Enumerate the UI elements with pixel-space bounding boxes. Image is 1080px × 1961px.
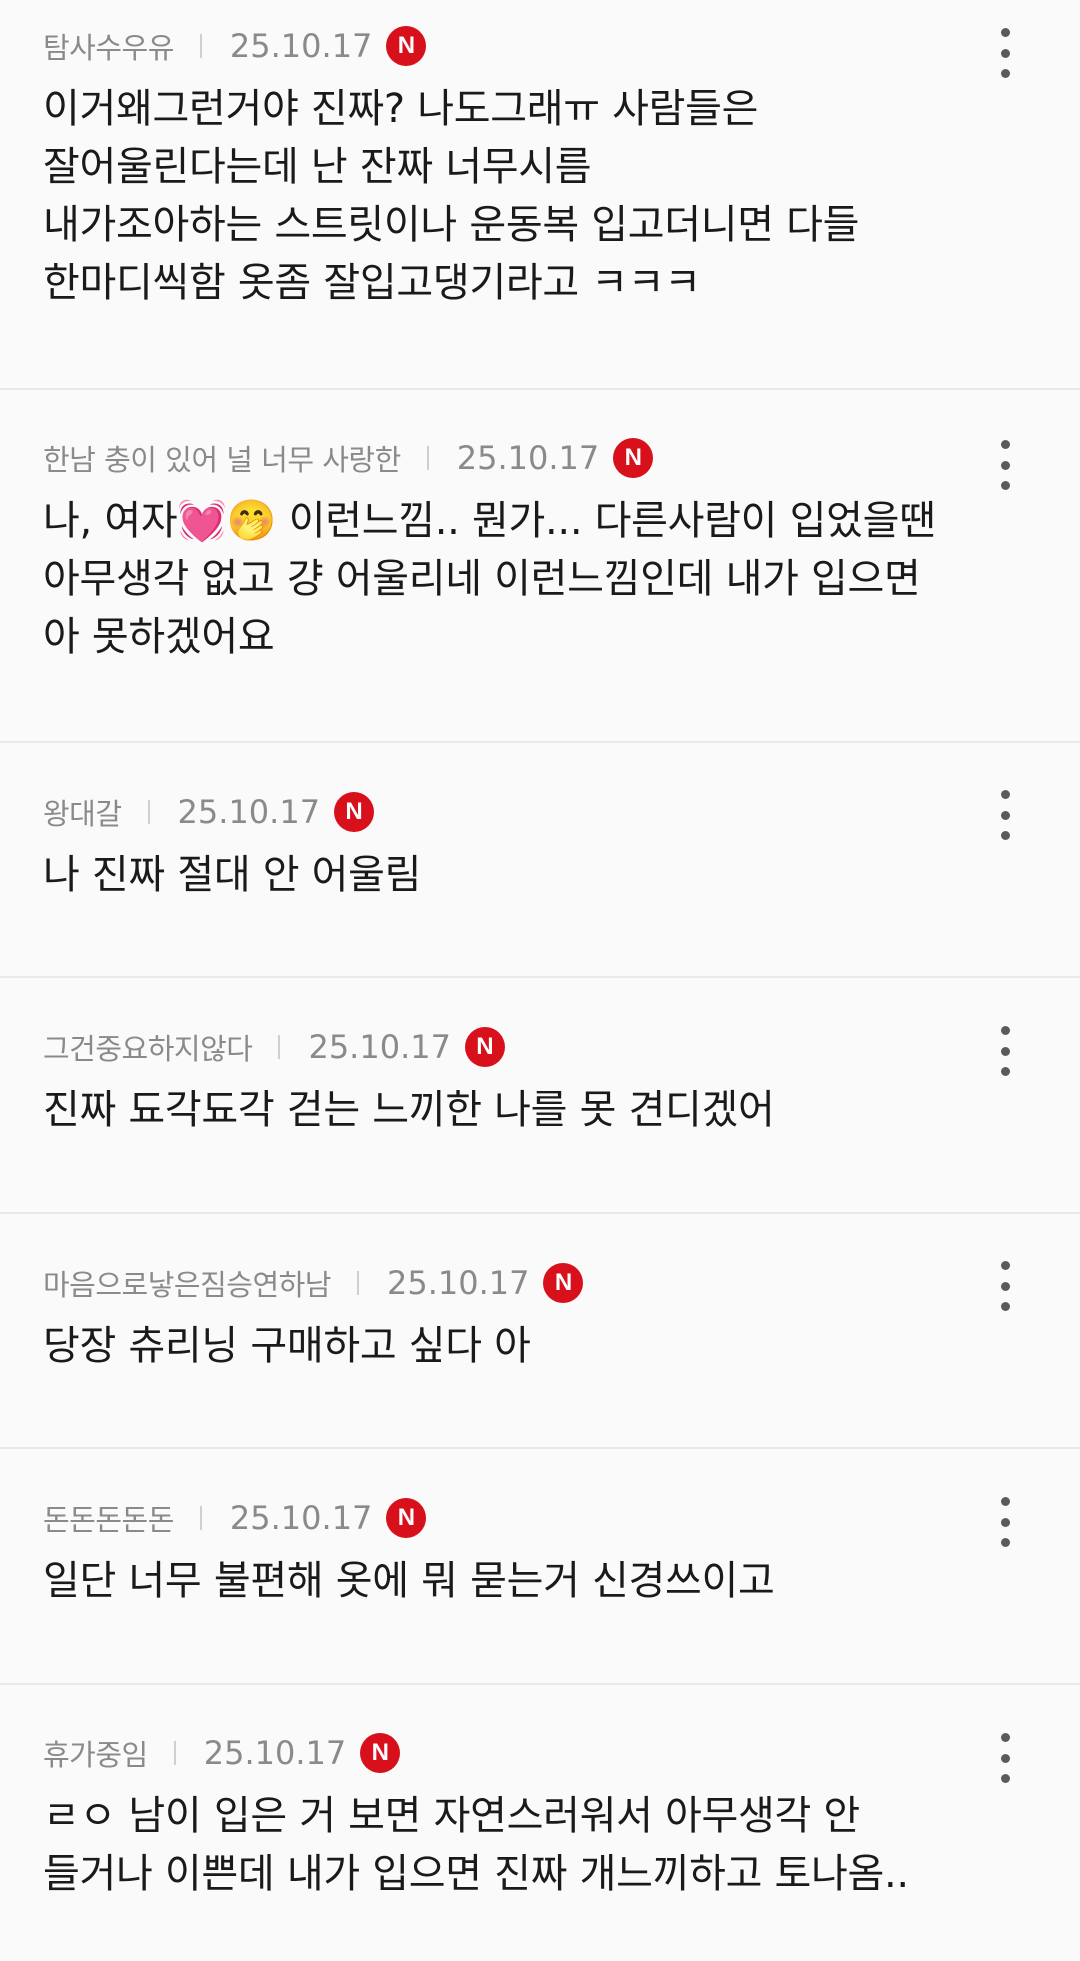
naver-n-badge-icon: N (360, 1733, 401, 1773)
comment-text: 이거왜그런거야 진짜? 나도그래ㅠ 사람들은 잘어울린다는데 난 잔짜 너무시름… (43, 86, 860, 306)
comment-nickname[interactable]: 돈돈돈돈돈 (43, 1497, 174, 1539)
comment-date: 25.10.17 (386, 1264, 530, 1302)
naver-n-badge-icon: N (386, 1498, 427, 1538)
comment-item: 휴가중임 25.10.17 N ㄹㅇ 남이 입은 거 보면 자연스러워서 아무생… (0, 1731, 1080, 1903)
meta-separator (278, 1035, 281, 1059)
comment-date: 25.10.17 (456, 439, 600, 477)
meta-separator (426, 446, 429, 470)
comment-meta: 왕대갈 25.10.17 N (43, 790, 960, 834)
comment-date: 25.10.17 (229, 1499, 373, 1537)
comment-nickname[interactable]: 한남 충이 있어 널 너무 사랑한 (43, 437, 401, 479)
comment-divider (0, 1683, 1080, 1685)
comment-date: 25.10.17 (229, 27, 373, 65)
comment-nickname[interactable]: 왕대갈 (43, 791, 122, 833)
comment-divider (0, 388, 1080, 390)
more-vertical-icon[interactable] (998, 1497, 1012, 1547)
comment-date: 25.10.17 (203, 1734, 347, 1772)
comment-meta: 탐사수우유 25.10.17 N (43, 24, 960, 68)
naver-n-badge-icon: N (543, 1263, 584, 1303)
meta-separator (199, 1506, 202, 1530)
comment-item: 왕대갈 25.10.17 N 나 진짜 절대 안 어울림 (0, 790, 1080, 904)
naver-n-badge-icon: N (464, 1027, 505, 1067)
comment-meta: 한남 충이 있어 널 너무 사랑한 25.10.17 N (43, 436, 960, 480)
naver-n-badge-icon: N (613, 438, 654, 478)
comment-divider (0, 1447, 1080, 1449)
comment-item: 한남 충이 있어 널 너무 사랑한 25.10.17 N 나, 여자💓🤭 이런느… (0, 436, 1080, 666)
comment-item: 마음으로낳은짐승연하남 25.10.17 N 당장 츄리닝 구매하고 싶다 아 (0, 1261, 1080, 1375)
more-vertical-icon[interactable] (998, 28, 1012, 78)
comment-text: 나 진짜 절대 안 어울림 (43, 852, 422, 898)
comment-text: ㄹㅇ 남이 입은 거 보면 자연스러워서 아무생각 안 들거나 이쁜데 내가 입… (43, 1793, 909, 1897)
more-vertical-icon[interactable] (998, 440, 1012, 490)
comment-text: 진짜 됴각됴각 걷는 느끼한 나를 못 견디겠어 (43, 1087, 775, 1133)
comment-text: 일단 너무 불편해 옷에 뭐 묻는거 신경쓰이고 (43, 1558, 775, 1604)
naver-n-badge-icon: N (386, 26, 427, 66)
naver-n-badge-icon: N (334, 792, 375, 832)
meta-separator (199, 34, 202, 58)
comment-item: 탐사수우유 25.10.17 N 이거왜그런거야 진짜? 나도그래ㅠ 사람들은 … (0, 24, 1080, 312)
comment-nickname[interactable]: 마음으로낳은짐승연하남 (43, 1262, 331, 1304)
comment-meta: 그건중요하지않다 25.10.17 N (43, 1025, 960, 1069)
more-vertical-icon[interactable] (998, 1261, 1012, 1311)
comment-date: 25.10.17 (177, 793, 321, 831)
comment-meta: 돈돈돈돈돈 25.10.17 N (43, 1496, 960, 1540)
comment-divider (0, 976, 1080, 978)
comment-nickname[interactable]: 그건중요하지않다 (43, 1026, 253, 1068)
comment-meta: 휴가중임 25.10.17 N (43, 1731, 960, 1775)
meta-separator (173, 1741, 176, 1765)
meta-separator (147, 800, 150, 824)
more-vertical-icon[interactable] (998, 1026, 1012, 1076)
comment-divider (0, 741, 1080, 743)
comment-text: 당장 츄리닝 구매하고 싶다 아 (43, 1323, 531, 1369)
comment-text: 나, 여자💓🤭 이런느낌.. 뭔가... 다른사람이 입었을땐 아무생각 없고 … (43, 498, 936, 660)
more-vertical-icon[interactable] (998, 790, 1012, 840)
more-vertical-icon[interactable] (998, 1733, 1012, 1783)
comment-nickname[interactable]: 탐사수우유 (43, 25, 174, 67)
meta-separator (356, 1271, 359, 1295)
comment-divider (0, 1212, 1080, 1214)
comment-item: 그건중요하지않다 25.10.17 N 진짜 됴각됴각 걷는 느끼한 나를 못 … (0, 1025, 1080, 1139)
comment-meta: 마음으로낳은짐승연하남 25.10.17 N (43, 1261, 960, 1305)
comment-item: 돈돈돈돈돈 25.10.17 N 일단 너무 불편해 옷에 뭐 묻는거 신경쓰이… (0, 1496, 1080, 1610)
comment-date: 25.10.17 (308, 1028, 451, 1066)
comment-nickname[interactable]: 휴가중임 (43, 1732, 148, 1774)
